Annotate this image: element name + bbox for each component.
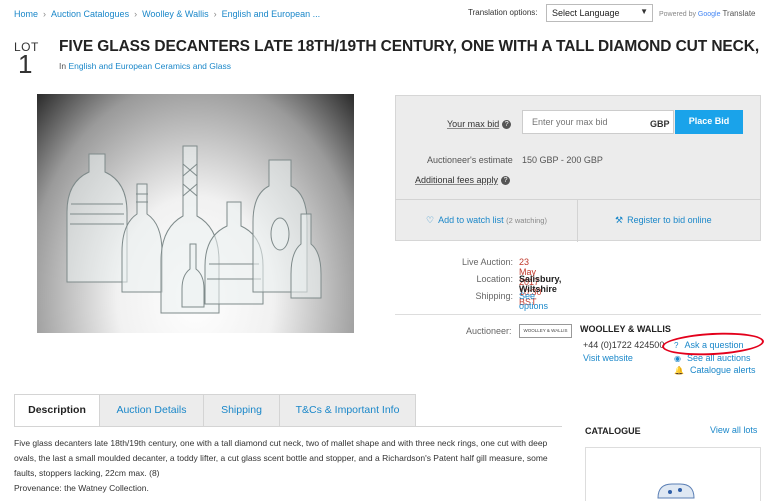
language-select[interactable]: Select Language ▼ bbox=[546, 4, 653, 22]
gavel-icon: ⚒ bbox=[615, 215, 624, 225]
additional-fees-text: Additional fees apply bbox=[415, 175, 499, 185]
auctioneer-name: WOOLLEY & WALLIS bbox=[580, 324, 671, 334]
catalogue-alerts-link[interactable]: 🔔 Catalogue alerts bbox=[674, 365, 756, 375]
auctioneer-phone: +44 (0)1722 424500 bbox=[583, 340, 665, 350]
lot-category-prefix: In bbox=[59, 61, 67, 71]
lot-category-link[interactable]: English and European Ceramics and Glass bbox=[68, 61, 231, 71]
breadcrumb: Home › Auction Catalogues › Woolley & Wallis… bbox=[14, 9, 320, 19]
auctioneer-label: Auctioneer: bbox=[466, 326, 512, 336]
breadcrumb-home[interactable]: Home bbox=[14, 9, 38, 19]
lot-number: 1 bbox=[18, 49, 33, 79]
question-icon: ? bbox=[501, 176, 511, 186]
add-to-watch-list-button[interactable]: ♡ Add to watch list (2 watching) bbox=[426, 215, 547, 226]
breadcrumb-auctioneer[interactable]: Woolley & Wallis bbox=[142, 9, 209, 19]
eye-icon: ◉ bbox=[674, 354, 681, 363]
shipping-label: Shipping: bbox=[475, 291, 513, 301]
estimate-value: 150 GBP - 200 GBP bbox=[522, 155, 603, 165]
lot-image[interactable] bbox=[37, 94, 354, 333]
question-icon[interactable]: ? bbox=[502, 120, 512, 130]
watching-count: (2 watching) bbox=[506, 216, 547, 225]
google-logo: Google bbox=[697, 11, 721, 18]
lot-provenance: Provenance: the Watney Collection. bbox=[14, 483, 149, 493]
bid-currency: GBP bbox=[650, 119, 670, 129]
bell-icon: 🔔 bbox=[674, 366, 684, 375]
translate-label: Translate bbox=[722, 9, 756, 18]
tab-auction-details[interactable]: Auction Details bbox=[100, 394, 204, 427]
breadcrumb-auction-catalogues[interactable]: Auction Catalogues bbox=[51, 9, 129, 19]
catalogue-lot-thumbnail[interactable] bbox=[585, 447, 761, 501]
location-label: Location: bbox=[476, 274, 513, 284]
register-label: Register to bid online bbox=[627, 215, 712, 225]
ceramic-jug-thumbnail bbox=[657, 483, 695, 499]
tab-shipping[interactable]: Shipping bbox=[204, 394, 280, 427]
chevron-right-icon: › bbox=[43, 9, 47, 19]
lot-title: FIVE GLASS DECANTERS LATE 18TH/19TH CENT… bbox=[59, 38, 760, 55]
max-bid-label-text: Your max bid bbox=[447, 119, 500, 129]
visit-website-link[interactable]: Visit website bbox=[583, 353, 633, 363]
chevron-right-icon: › bbox=[213, 9, 217, 19]
glass-decanters-image bbox=[66, 145, 322, 314]
shipping-options-link[interactable]: See options bbox=[519, 291, 548, 311]
heart-icon: ♡ bbox=[426, 215, 435, 225]
translation-options-label: Translation options: bbox=[468, 8, 538, 17]
chevron-right-icon: › bbox=[134, 9, 138, 19]
catalogue-title: CATALOGUE bbox=[585, 426, 641, 436]
place-bid-button[interactable]: Place Bid bbox=[675, 110, 743, 134]
additional-fees-link[interactable]: Additional fees apply? bbox=[415, 175, 511, 186]
tab-terms[interactable]: T&Cs & Important Info bbox=[280, 394, 416, 427]
lot-category-line: In English and European Ceramics and Gla… bbox=[59, 61, 231, 71]
register-to-bid-button[interactable]: ⚒ Register to bid online bbox=[615, 215, 712, 226]
catalogue-alerts-label: Catalogue alerts bbox=[689, 365, 756, 375]
divider bbox=[14, 426, 562, 427]
divider bbox=[577, 200, 578, 242]
tab-description[interactable]: Description bbox=[14, 394, 100, 427]
watch-list-label: Add to watch list bbox=[438, 215, 504, 225]
estimate-label: Auctioneer's estimate bbox=[427, 155, 513, 165]
breadcrumb-category[interactable]: English and European ... bbox=[222, 9, 321, 19]
language-select-value: Select Language bbox=[552, 8, 620, 18]
powered-by-label: Powered by bbox=[659, 11, 696, 18]
powered-by-google: Powered by Google Translate bbox=[659, 9, 756, 18]
divider bbox=[395, 314, 761, 315]
max-bid-label: Your max bid? bbox=[447, 119, 512, 130]
view-all-lots-link[interactable]: View all lots bbox=[710, 425, 757, 435]
auctioneer-logo[interactable]: WOOLLEY & WALLIS bbox=[519, 324, 572, 338]
lot-description: Five glass decanters late 18th/19th cent… bbox=[14, 438, 548, 478]
lot-tabs: Description Auction Details Shipping T&C… bbox=[14, 394, 416, 427]
caret-down-icon: ▼ bbox=[640, 7, 648, 16]
live-auction-label: Live Auction: bbox=[461, 257, 513, 267]
